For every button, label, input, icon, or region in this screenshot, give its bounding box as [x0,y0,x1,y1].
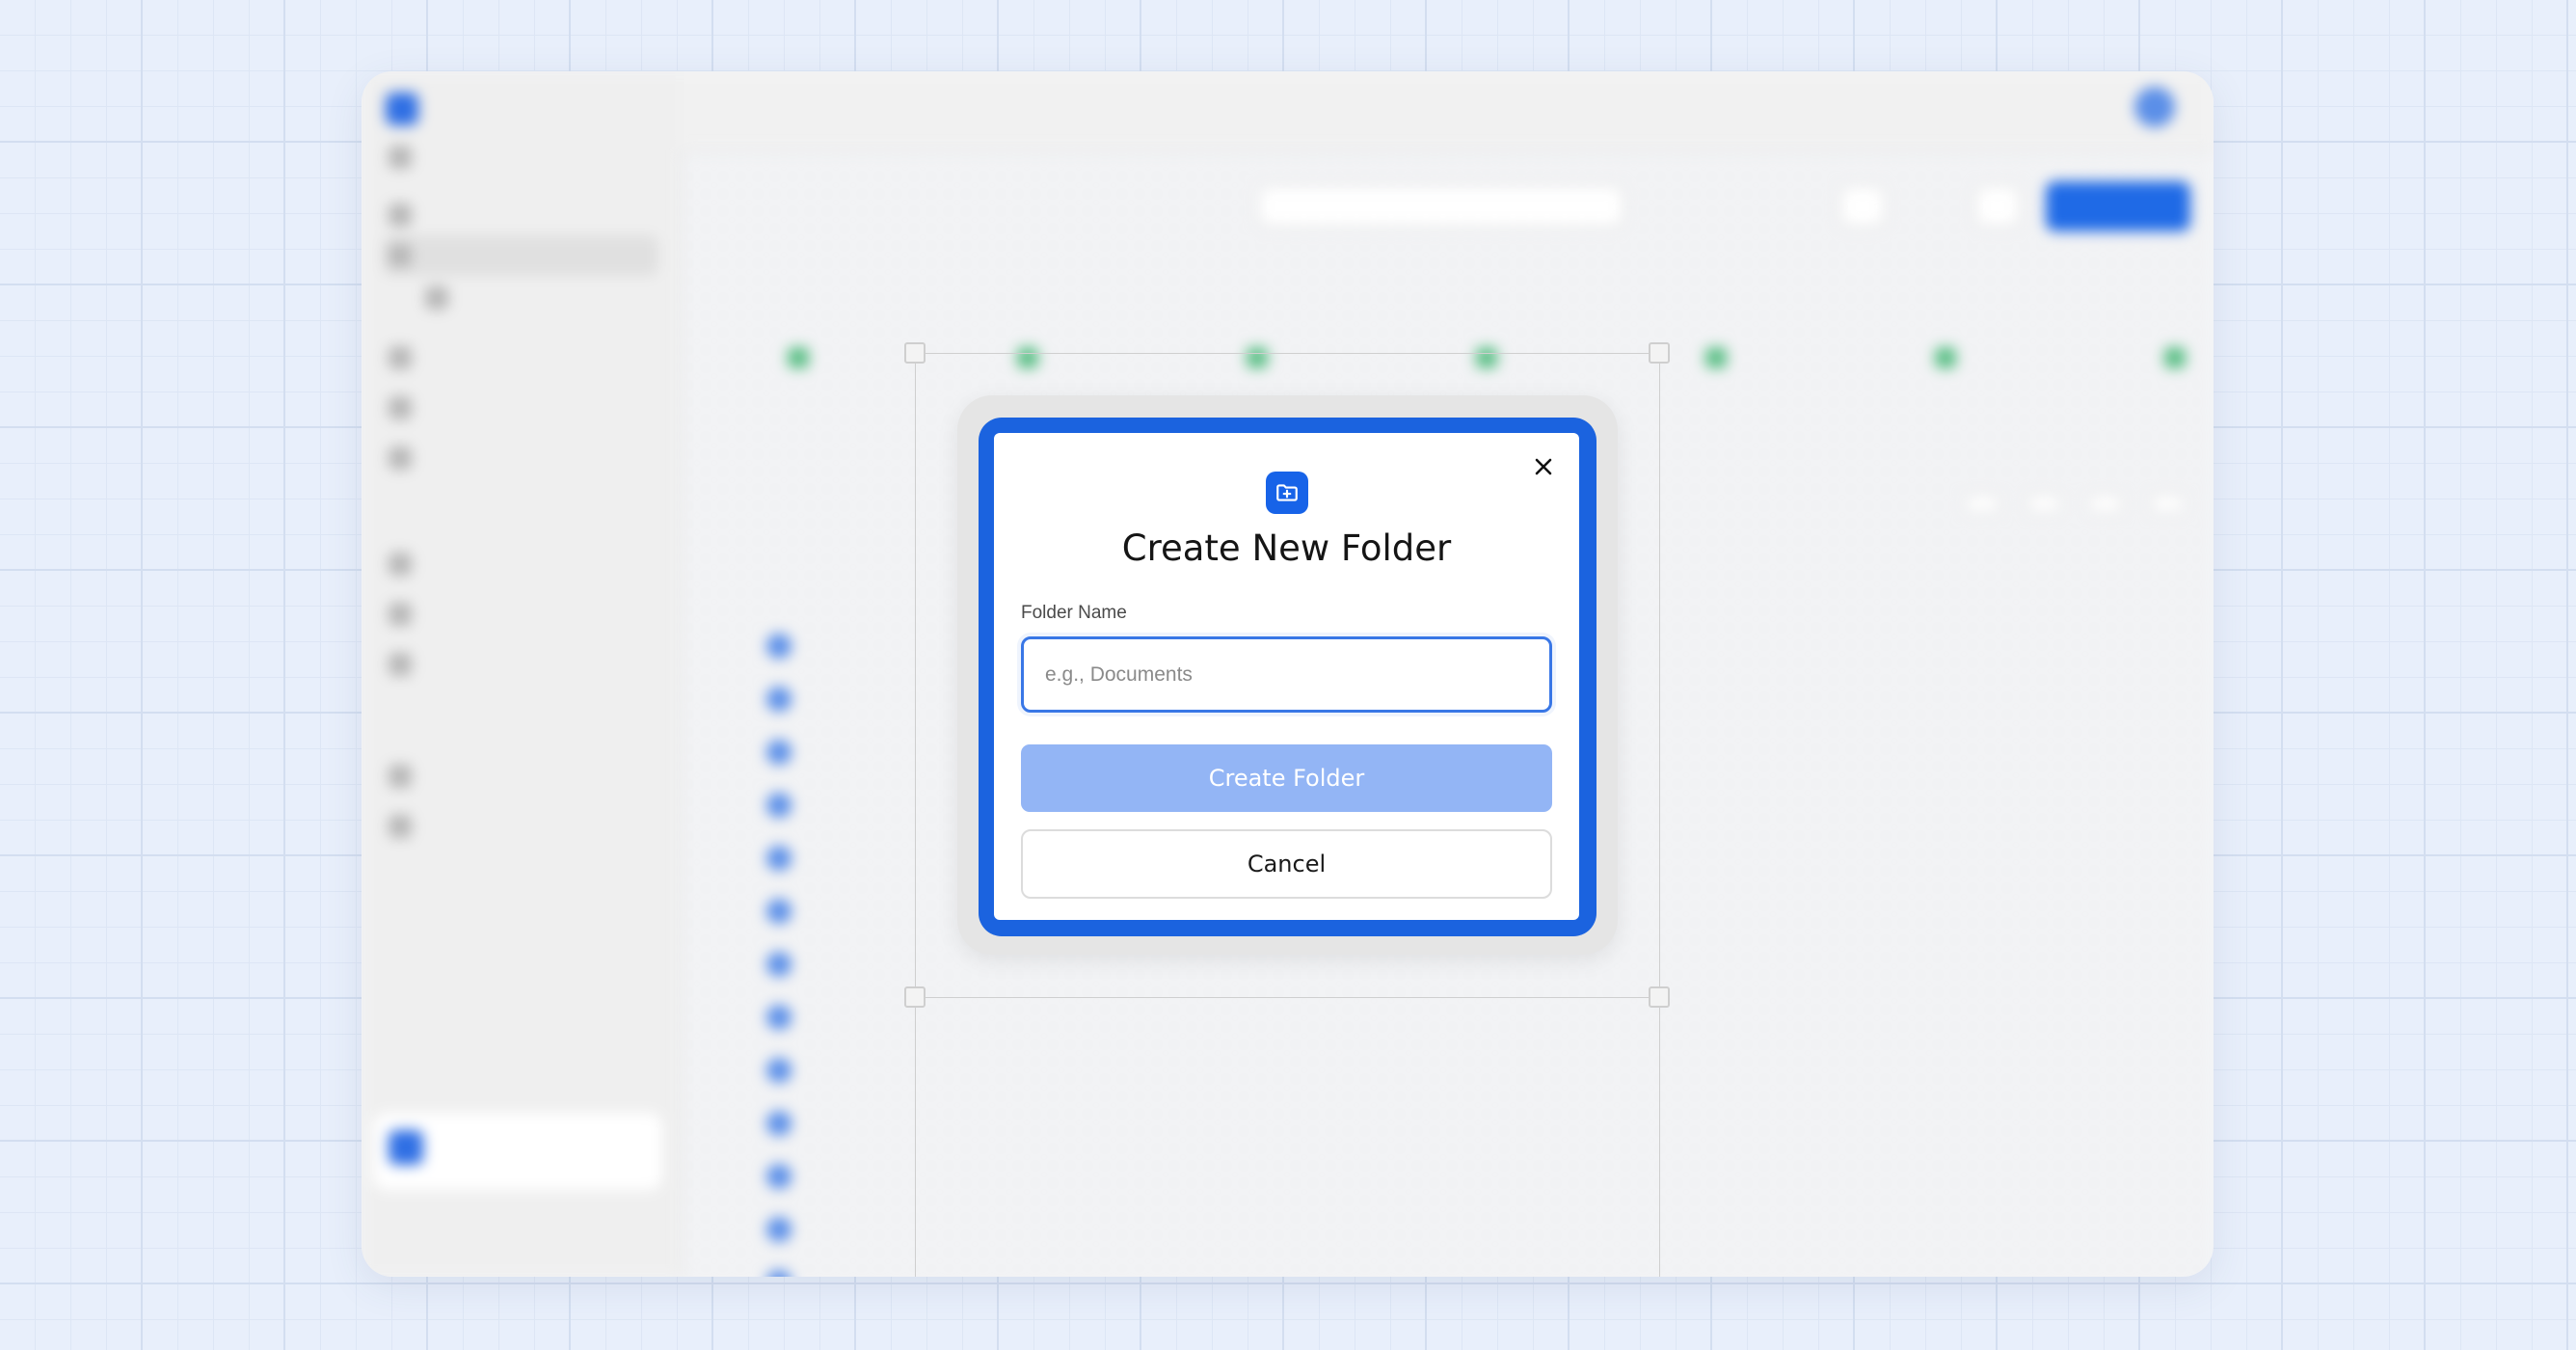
sidebar-item [383,644,658,685]
folder-name-input[interactable] [1021,636,1552,713]
profile-card [373,1113,662,1190]
guide-line [915,343,916,1277]
folder-name-label: Folder Name [1021,603,1127,623]
search-input-blurred [1258,185,1624,228]
list-item [766,990,2126,1043]
create-folder-dialog: Create New Folder Folder Name Create Fol… [994,433,1579,920]
sidebar-item [383,544,658,584]
sidebar-item [383,137,658,177]
sidebar-item [383,195,658,235]
quick-card [1850,339,2041,484]
list-item [766,1043,2126,1096]
guide-line [915,353,1660,354]
logo-mark-icon [386,93,418,125]
sidebar-item [383,594,658,634]
list-item [766,1256,2126,1277]
app-logo [386,93,436,125]
primary-button-blurred [2046,181,2190,231]
list-item [766,1096,2126,1149]
sidebar-item-active [383,235,658,276]
guide-line [915,997,1660,998]
list-item [766,1149,2126,1202]
toolbar-button-blurred [1839,185,1886,228]
resize-handle-top-left [904,342,926,364]
sidebar-item [383,438,658,478]
quick-card [703,339,894,484]
resize-handle-bottom-left [904,986,926,1008]
dialog-title: Create New Folder [1121,527,1452,569]
user-menu [2134,87,2175,127]
resize-handle-top-right [1649,342,1670,364]
list-item [766,1202,2126,1256]
close-icon [1535,458,1552,475]
toolbar-button-blurred [1974,185,2021,228]
quick-card [2080,339,2214,484]
folder-plus-icon [1276,484,1298,501]
resize-handle-bottom-right [1649,986,1670,1008]
filter-bar [1965,494,2185,513]
sidebar-item [383,338,658,378]
sidebar-item [383,388,658,428]
create-folder-button[interactable]: Create Folder [1021,744,1552,812]
cancel-button[interactable]: Cancel [1021,829,1552,899]
avatar [389,1130,423,1165]
dialog-icon-badge [1266,472,1308,514]
avatar [2134,87,2175,127]
sidebar-subitem [419,278,658,318]
topbar [680,71,2214,150]
sidebar-item [383,756,658,796]
sidebar-item [383,806,658,847]
guide-line [1659,343,1660,1277]
sidebar [362,71,682,1277]
close-button[interactable] [1527,450,1560,483]
